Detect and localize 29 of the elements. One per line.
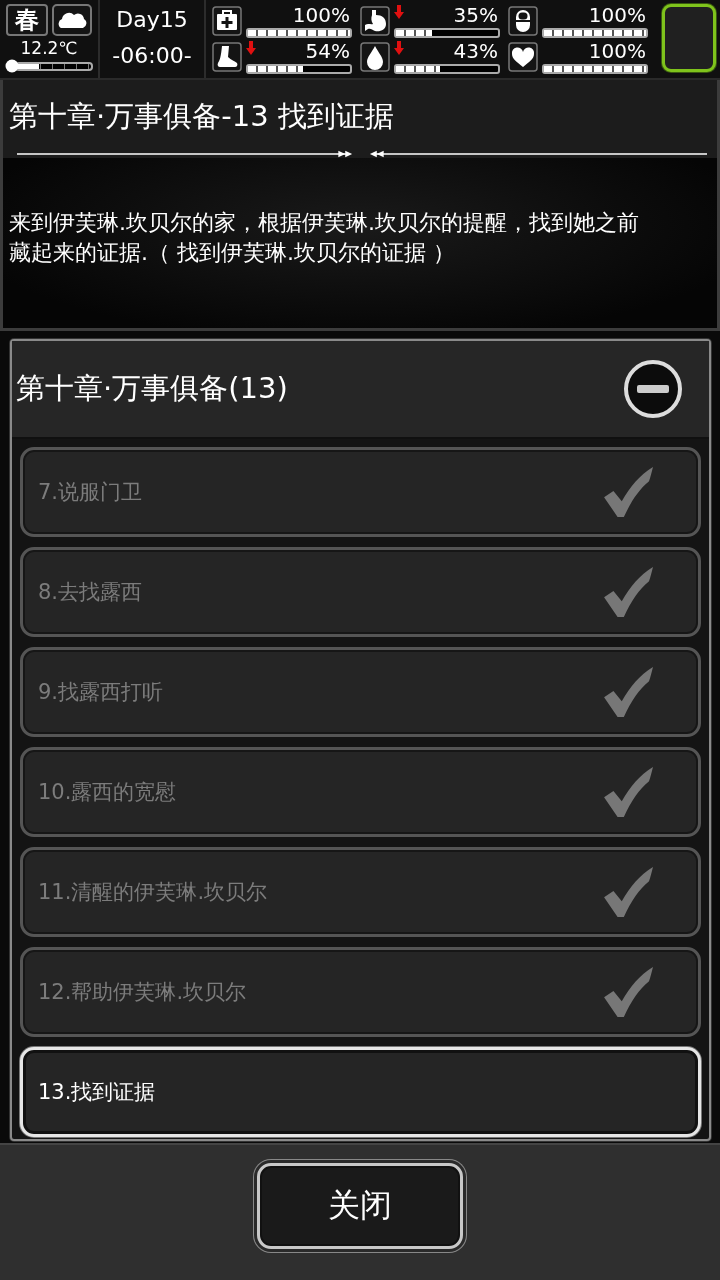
cloud-icon xyxy=(52,4,92,36)
quest-step-item[interactable]: 10.露西的宽慰 xyxy=(20,747,701,837)
day-text: Day15 xyxy=(116,7,188,33)
stat-percent: 100% xyxy=(292,4,350,25)
first-aid-kit-icon xyxy=(212,6,242,36)
foot-icon xyxy=(212,42,242,72)
stat-percent: 54% xyxy=(305,40,350,61)
stomach-icon xyxy=(360,6,390,36)
chapter-title: 第十章·万事俱备(13) xyxy=(16,370,288,407)
capsule-icon xyxy=(508,6,538,36)
quest-step-item[interactable]: 7.说服门卫 xyxy=(20,447,701,537)
quest-step-item[interactable]: 8.去找露西 xyxy=(20,547,701,637)
stat-percent: 100% xyxy=(588,4,646,25)
water-drop-icon xyxy=(360,42,390,72)
quest-step-item[interactable]: 11.清醒的伊芙琳.坎贝尔 xyxy=(20,847,701,937)
minus-circle-icon[interactable] xyxy=(623,359,683,419)
thermometer-bulb-icon xyxy=(5,59,19,73)
stat-percent: 100% xyxy=(588,40,646,61)
season-badge: 春 xyxy=(6,4,48,36)
quest-step-item[interactable]: 13.找到证据 xyxy=(20,1047,701,1137)
quest-description: 来到伊芙琳.坎贝尔的家，根据伊芙琳.坎贝尔的提醒，找到她之前藏起来的证据.（ 找到伊芙琳.坎贝尔的证据 ） xyxy=(9,209,640,267)
empty-item-slot[interactable] xyxy=(662,4,716,72)
quest-step-item[interactable]: 12.帮助伊芙琳.坎贝尔 xyxy=(20,947,701,1037)
time-text: -06:00- xyxy=(112,43,192,69)
temperature-text: 12.2℃ xyxy=(20,38,78,58)
stat-percent: 35% xyxy=(453,4,498,25)
stat-percent: 43% xyxy=(453,40,498,61)
quest-step-item[interactable]: 9.找露西打听 xyxy=(20,647,701,737)
quest-title: 第十章·万事俱备-13 找到证据 xyxy=(9,100,395,132)
